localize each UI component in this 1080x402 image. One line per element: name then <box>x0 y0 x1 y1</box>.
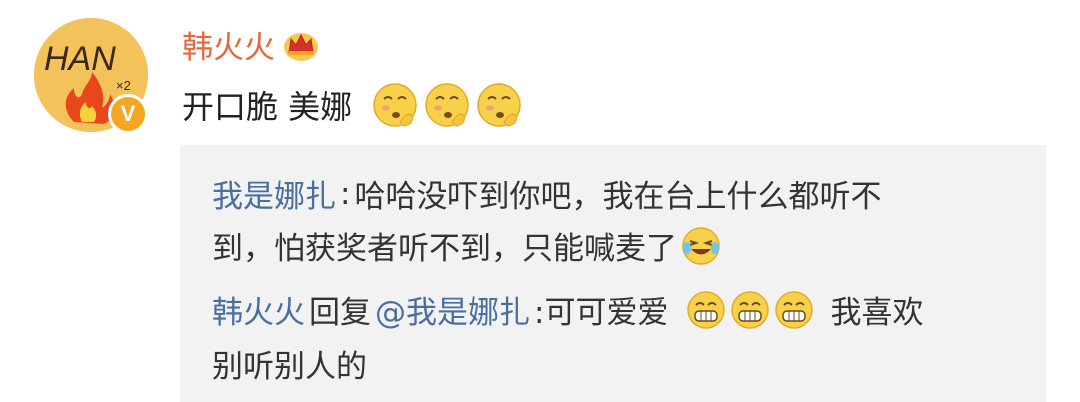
grin-emoji <box>687 290 726 329</box>
reply-2-text-line-2: 别听别人的 <box>212 349 367 385</box>
reply-2-mention[interactable]: @我是娜扎 <box>375 287 530 332</box>
svg-text:HAN: HAN <box>44 40 116 78</box>
comment-username[interactable]: 韩火火 <box>182 22 275 67</box>
grin-emoji <box>731 290 770 329</box>
svg-text:×2: ×2 <box>116 78 131 93</box>
reply-1-line-2: 到，怕获奖者听不到，只能喊麦了 <box>212 223 721 268</box>
reply-1-text-line-1: 哈哈没吓到你吧，我在台上什么都听不 <box>354 179 882 215</box>
reply-2-line-2: 别听别人的 <box>212 341 367 386</box>
comment-text-row: 开口脆 美娜 <box>182 82 522 128</box>
crown-icon <box>284 32 318 61</box>
reply-2-text-2: 我喜欢 <box>830 295 924 331</box>
reply-2-action: 回复 <box>309 295 371 331</box>
reply-2-author[interactable]: 韩火火 <box>212 287 305 332</box>
laugh-cry-emoji <box>682 226 720 265</box>
shy-face-emoji <box>425 83 469 127</box>
replies-container[interactable]: 我是娜扎 : 哈哈没吓到你吧，我在台上什么都听不 到，怕获奖者听不到，只能喊麦了… <box>180 145 1046 402</box>
reply-1-text-line-2: 到，怕获奖者听不到，只能喊麦了 <box>212 231 677 267</box>
reply-1-line-1: 我是娜扎 : 哈哈没吓到你吧，我在台上什么都听不 <box>212 171 881 216</box>
reply-1-author[interactable]: 我是娜扎 <box>212 171 336 216</box>
shy-face-emoji <box>477 83 521 127</box>
reply-1-separator: : <box>340 175 351 212</box>
comment-text: 开口脆 美娜 <box>182 88 353 126</box>
comment-username-row: 韩火火 <box>182 22 319 67</box>
shy-face-emoji <box>373 83 417 127</box>
reply-2-line-1: 韩火火 回复 @我是娜扎 :可可爱爱 我喜欢 <box>212 287 923 332</box>
grin-emoji <box>775 290 814 329</box>
verified-badge: V <box>108 94 148 134</box>
reply-2-text-1: :可可爱爱 <box>534 295 669 331</box>
